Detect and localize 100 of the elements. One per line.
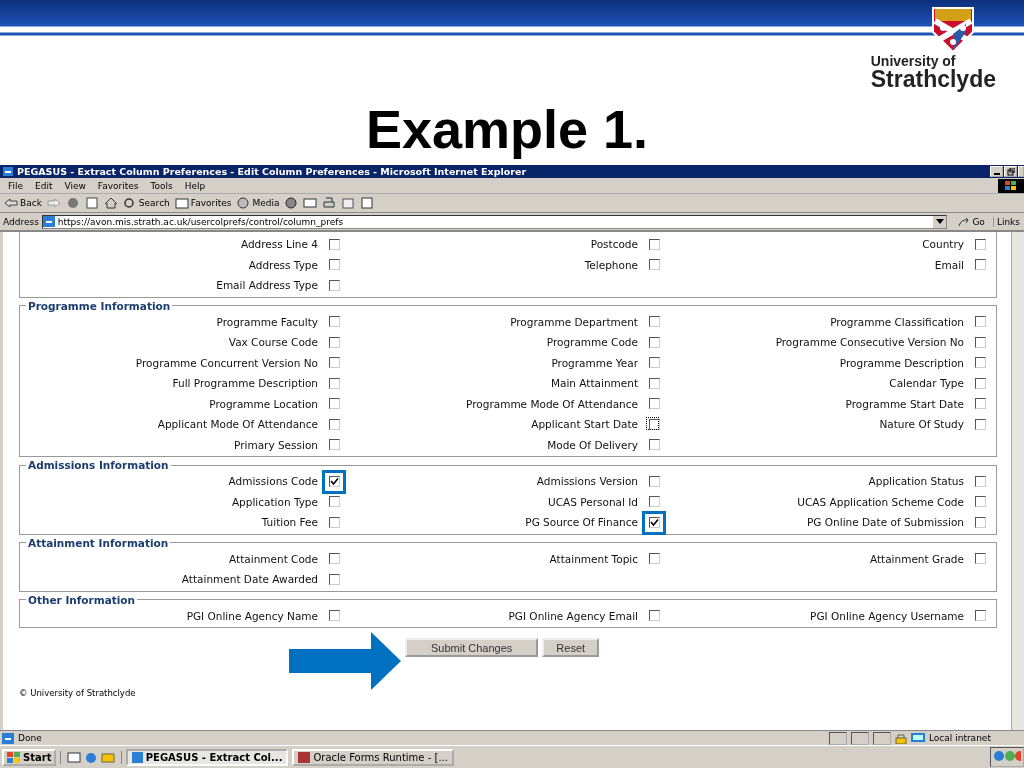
minimize-button[interactable] [990, 166, 1003, 177]
checkbox[interactable] [328, 398, 340, 410]
section-legend: Admissions Information [26, 459, 171, 471]
checkbox[interactable] [328, 316, 340, 328]
checkbox[interactable] [648, 259, 660, 271]
dropdown-button[interactable] [933, 215, 947, 228]
checkbox[interactable] [328, 259, 340, 271]
checkbox[interactable] [974, 418, 986, 430]
checkbox[interactable] [648, 377, 660, 389]
checkbox[interactable] [648, 610, 660, 622]
address-field[interactable]: https://avon.mis.strath.ac.uk/usercolprefs/control/column_prefs [41, 214, 948, 229]
menu-item[interactable]: Tools [150, 180, 173, 191]
field-label: PG Source Of Finance [525, 516, 638, 529]
checkbox[interactable] [648, 316, 660, 328]
field-label: Programme Year [551, 356, 638, 369]
checkbox[interactable] [648, 439, 660, 451]
field-label: Mode Of Delivery [547, 438, 638, 451]
field-label: Programme Mode Of Attendance [466, 397, 638, 410]
checkbox[interactable] [648, 336, 660, 348]
checkbox[interactable] [974, 336, 986, 348]
toolbar-button[interactable]: Favorites [174, 197, 232, 209]
field-label: Application Status [868, 475, 964, 488]
checkbox[interactable] [328, 496, 340, 508]
checkbox[interactable] [648, 475, 660, 487]
form-button[interactable]: Submit Changes [405, 638, 539, 657]
checkbox[interactable] [974, 398, 986, 410]
field-label: Postcode [590, 238, 638, 251]
checkbox[interactable] [648, 357, 660, 369]
windows-logo-icon [7, 751, 21, 763]
toolbar-button[interactable]: Media [236, 197, 280, 209]
checkbox[interactable] [974, 496, 986, 508]
menu-item[interactable]: View [64, 180, 86, 191]
field-label: Email [934, 258, 964, 271]
menu-item[interactable]: Edit [35, 180, 53, 191]
form-button[interactable]: Reset [542, 638, 600, 657]
taskbar-button[interactable]: Oracle Forms Runtime - [... [292, 748, 455, 766]
menu-item[interactable]: Favorites [97, 180, 139, 191]
checkbox[interactable] [974, 316, 986, 328]
print-icon [322, 197, 337, 209]
status-pane [851, 731, 869, 745]
toolbar-button[interactable]: Search [122, 197, 170, 209]
checkbox[interactable] [974, 516, 986, 528]
checkbox[interactable] [974, 357, 986, 369]
toolbar-button[interactable]: Back [4, 197, 42, 209]
checkbox[interactable] [974, 259, 986, 271]
field-label: Country [922, 238, 964, 251]
toolbar-button[interactable] [103, 197, 118, 209]
checkbox[interactable] [974, 238, 986, 250]
checkbox[interactable] [974, 475, 986, 487]
checkbox[interactable] [328, 336, 340, 348]
checkbox[interactable] [328, 439, 340, 451]
menu-item[interactable]: File [8, 180, 24, 191]
toolbar-button[interactable] [322, 197, 337, 209]
field-label: Primary Session [234, 438, 318, 451]
checkbox[interactable] [328, 377, 340, 389]
checkbox[interactable] [328, 516, 340, 528]
stop-icon [65, 197, 80, 209]
section-legend: Programme Information [26, 299, 173, 312]
field-label: Tuition Fee [261, 516, 318, 529]
field-label: Programme Code [546, 336, 638, 349]
checkbox[interactable] [328, 553, 340, 565]
checkbox[interactable] [974, 553, 986, 565]
start-button[interactable]: Start [2, 748, 57, 766]
taskbar-button[interactable]: PEGASUS - Extract Col... [126, 748, 289, 766]
field-label: Admissions Code [228, 475, 318, 488]
checkbox[interactable] [974, 377, 986, 389]
field-label: Email Address Type [216, 279, 318, 292]
menu-item[interactable]: Help [184, 180, 206, 191]
scrollbar[interactable] [1011, 232, 1024, 730]
checkbox[interactable] [328, 357, 340, 369]
window-title: PEGASUS - Extract Column Preferences - Edit Column Preferences - Microsoft Internet Explorer [17, 166, 527, 177]
field-label: Calendar Type [889, 377, 964, 390]
links-button[interactable]: Links [996, 216, 1024, 227]
field-label: PGI Online Agency Email [508, 609, 638, 622]
checkbox[interactable] [328, 475, 340, 487]
checkbox[interactable] [648, 398, 660, 410]
checkbox[interactable] [328, 238, 340, 250]
checkbox[interactable] [648, 516, 660, 528]
checkbox[interactable] [328, 573, 340, 585]
field-label: Admissions Version [536, 475, 638, 488]
app-icon [298, 751, 311, 763]
restore-button[interactable] [1004, 166, 1017, 177]
field-label: Applicant Mode Of Attendance [157, 418, 318, 431]
checkbox[interactable] [328, 610, 340, 622]
checkbox[interactable] [648, 496, 660, 508]
system-tray [990, 747, 1024, 767]
checkbox[interactable] [648, 553, 660, 565]
forward-icon [46, 197, 61, 209]
search-icon [122, 197, 137, 209]
minimize-icon [993, 173, 1000, 175]
field-label: UCAS Application Scheme Code [797, 495, 964, 508]
checkbox[interactable] [648, 238, 660, 250]
field-label: Nature Of Study [879, 418, 964, 431]
field-label: Applicant Start Date [531, 418, 638, 431]
checkbox[interactable] [328, 279, 340, 291]
checkbox[interactable] [974, 610, 986, 622]
go-button[interactable]: Go [950, 216, 994, 227]
status-pane [829, 731, 847, 745]
checkbox[interactable] [328, 418, 340, 430]
field-label: PGI Online Agency Name [186, 609, 318, 622]
